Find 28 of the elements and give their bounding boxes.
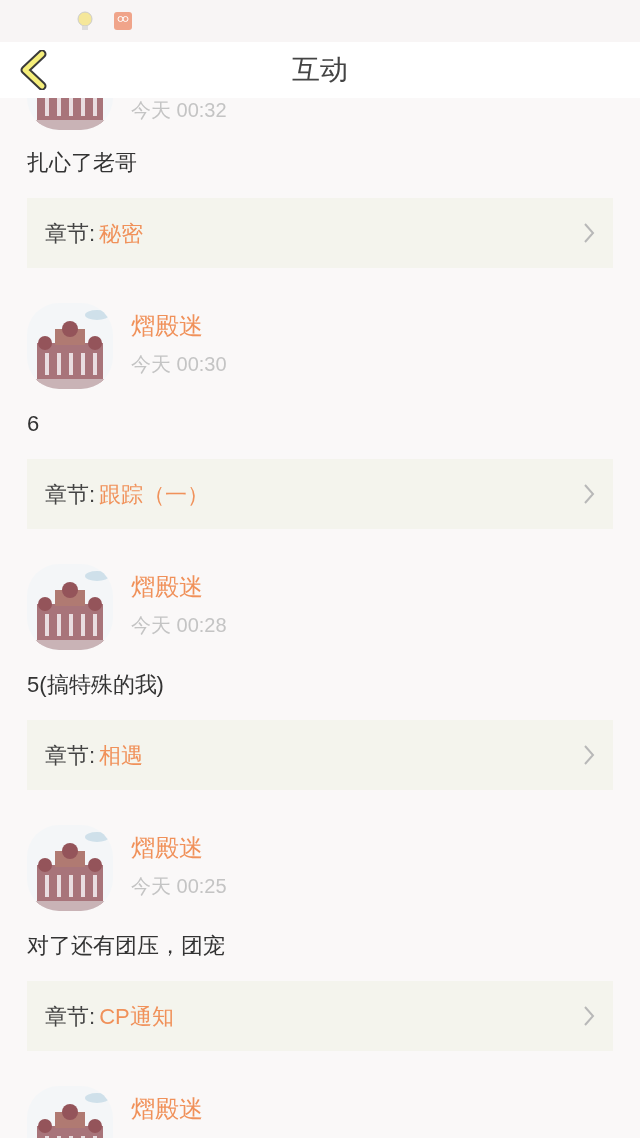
chevron-right-icon (583, 483, 595, 505)
user-name: 熠殿迷 (131, 311, 204, 341)
comment-text: 扎心了老哥 (27, 149, 138, 177)
user-name: 熠殿迷 (131, 572, 204, 602)
chapter-label: 章节: (45, 480, 96, 509)
page-title: 互动 (292, 53, 348, 87)
chevron-right-icon (583, 1005, 595, 1027)
app-icon (114, 12, 132, 30)
comment-text: 对了还有团压，团宠 (27, 932, 226, 960)
chapter-title: 相遇 (99, 741, 144, 770)
chapter-link[interactable]: 章节: CP通知 (27, 981, 613, 1051)
chapter-title: 秘密 (99, 219, 144, 248)
user-name: 熠殿迷 (131, 1094, 203, 1124)
chapter-label: 章节: (45, 1002, 96, 1031)
user-name: 熠殿迷 (131, 833, 204, 863)
chapter-title: 跟踪（一） (99, 480, 210, 509)
comment-text: 5(搞特殊的我) (27, 671, 165, 699)
back-icon (18, 50, 48, 90)
chapter-link[interactable]: 章节: 跟踪（一） (27, 459, 613, 529)
lightbulb-icon (74, 10, 96, 32)
chapter-link[interactable]: 章节: 相遇 (27, 720, 613, 790)
chapter-link[interactable]: 章节: 秘密 (27, 198, 613, 268)
chapter-title: CP通知 (99, 1002, 174, 1031)
chevron-right-icon (583, 744, 595, 766)
chapter-label: 章节: (45, 741, 96, 770)
comment-text: 6 (27, 410, 41, 438)
chapter-label: 章节: (45, 219, 96, 248)
chevron-right-icon (583, 222, 595, 244)
